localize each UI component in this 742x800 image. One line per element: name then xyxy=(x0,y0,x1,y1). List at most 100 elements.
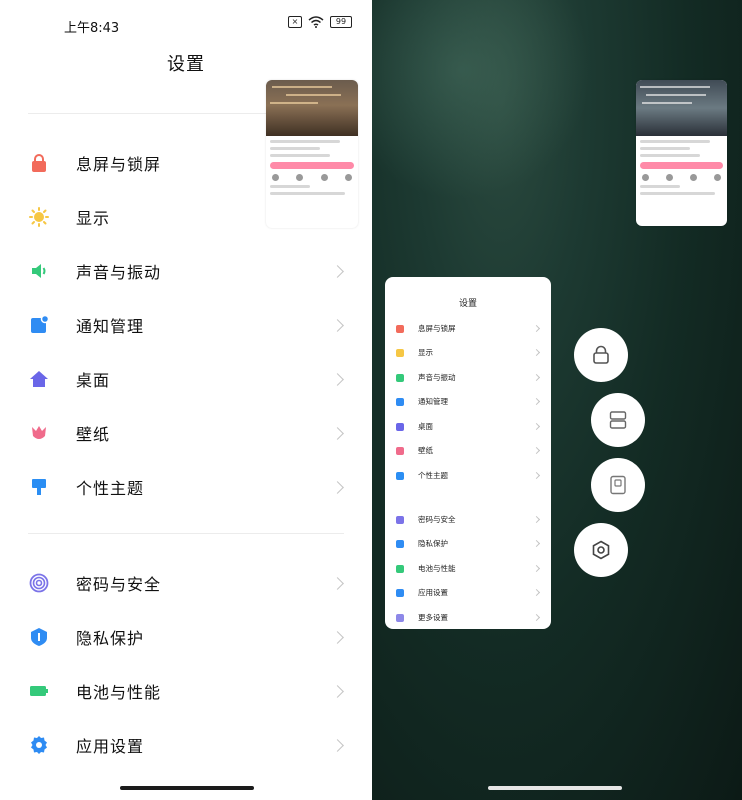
floating-menu-label: 隐私保护 xyxy=(418,539,448,548)
danmaku-line xyxy=(270,102,318,104)
chevron-right-icon xyxy=(532,613,541,622)
floating-menu-item[interactable]: 应用设置 xyxy=(385,585,551,603)
chevron-right-icon xyxy=(331,426,344,440)
battery-icon xyxy=(29,681,49,701)
menu-item-app-settings[interactable]: 应用设置 xyxy=(0,718,372,772)
floating-menu-item[interactable]: 个性主题 xyxy=(385,468,551,486)
floating-menu-label: 应用设置 xyxy=(418,588,448,597)
floating-menu-item[interactable]: 更多设置 xyxy=(385,610,551,628)
action-icon xyxy=(344,174,352,181)
floating-menu-label: 声音与振动 xyxy=(418,373,456,382)
floating-menu-item[interactable]: 通知管理 xyxy=(385,394,551,412)
small-window-icon xyxy=(610,475,626,495)
menu-item-icon xyxy=(396,398,404,406)
text-line xyxy=(270,192,345,195)
menu-label: 个性主题 xyxy=(76,479,145,498)
multitask-screen: 设置 息屏与锁屏显示声音与振动通知管理桌面壁纸个性主题密码与安全隐私保护电池与性… xyxy=(372,0,742,800)
split-screen-icon xyxy=(609,411,627,429)
floating-menu-item[interactable]: 息屏与锁屏 xyxy=(385,321,551,339)
chevron-right-icon xyxy=(532,588,541,597)
app-thumbnail-window[interactable] xyxy=(636,80,727,226)
text-line xyxy=(640,192,715,195)
floating-menu-label: 壁纸 xyxy=(418,446,433,455)
home-indicator[interactable] xyxy=(488,786,622,790)
floating-menu-label: 通知管理 xyxy=(418,397,448,406)
floating-menu-item[interactable]: 显示 xyxy=(385,345,551,363)
menu-label: 电池与性能 xyxy=(76,683,162,702)
menu-item-notifications[interactable]: 通知管理 xyxy=(0,298,372,352)
text-line xyxy=(270,140,340,143)
chevron-right-icon xyxy=(532,471,541,480)
chevron-right-icon xyxy=(331,576,344,590)
chevron-right-icon xyxy=(331,684,344,698)
floating-menu-label: 息屏与锁屏 xyxy=(418,324,456,333)
lock-icon xyxy=(593,345,609,364)
chevron-right-icon xyxy=(331,738,344,752)
menu-item-battery[interactable]: 电池与性能 xyxy=(0,664,372,718)
menu-item-password-security[interactable]: 密码与安全 xyxy=(0,556,372,610)
menu-label: 壁纸 xyxy=(76,425,111,444)
action-icon xyxy=(320,174,328,181)
floating-menu-label: 个性主题 xyxy=(418,471,448,480)
menu-item-icon xyxy=(396,472,404,480)
text-line xyxy=(640,140,710,143)
menu-item-themes[interactable]: 个性主题 xyxy=(0,460,372,514)
text-line xyxy=(270,185,310,188)
divider xyxy=(28,533,344,534)
action-icon xyxy=(714,174,721,181)
floating-menu-label: 更多设置 xyxy=(418,613,448,622)
chevron-right-icon xyxy=(331,480,344,494)
notification-icon xyxy=(29,315,49,335)
wifi-icon xyxy=(308,16,324,28)
chevron-right-icon xyxy=(532,422,541,431)
menu-label: 声音与振动 xyxy=(76,263,162,282)
menu-item-icon xyxy=(396,349,404,357)
menu-item-icon xyxy=(396,516,404,524)
floating-menu-item[interactable]: 壁纸 xyxy=(385,443,551,461)
battery-indicator: 99 xyxy=(330,16,352,28)
menu-label: 应用设置 xyxy=(76,737,145,756)
home-indicator[interactable] xyxy=(120,786,254,790)
menu-item-icon xyxy=(396,374,404,382)
chevron-right-icon xyxy=(532,539,541,548)
chevron-right-icon xyxy=(331,264,344,278)
menu-label: 密码与安全 xyxy=(76,575,162,594)
lock-button[interactable] xyxy=(574,328,628,382)
floating-menu-item[interactable]: 隐私保护 xyxy=(385,536,551,554)
menu-item-icon xyxy=(396,540,404,548)
chevron-right-icon xyxy=(532,348,541,357)
chevron-right-icon xyxy=(532,446,541,455)
menu-item-icon xyxy=(396,423,404,431)
chevron-right-icon xyxy=(532,515,541,524)
app-thumbnail-window[interactable] xyxy=(266,80,358,228)
floating-menu-item[interactable]: 声音与振动 xyxy=(385,370,551,388)
menu-label: 桌面 xyxy=(76,371,111,390)
privacy-icon xyxy=(29,627,49,647)
menu-label: 通知管理 xyxy=(76,317,145,336)
split-screen-button[interactable] xyxy=(591,393,645,447)
fingerprint-icon xyxy=(29,573,49,593)
small-window-button[interactable] xyxy=(591,458,645,512)
text-line xyxy=(640,147,690,150)
menu-item-sound[interactable]: 声音与振动 xyxy=(0,244,372,298)
danmaku-line xyxy=(640,86,710,88)
floating-settings-window[interactable]: 设置 息屏与锁屏显示声音与振动通知管理桌面壁纸个性主题密码与安全隐私保护电池与性… xyxy=(385,277,551,629)
floating-menu-item[interactable]: 桌面 xyxy=(385,419,551,437)
sun-icon xyxy=(29,207,49,227)
chevron-right-icon xyxy=(532,397,541,406)
floating-window-title: 设置 xyxy=(458,299,477,309)
danmaku-line xyxy=(646,94,706,96)
action-row xyxy=(642,174,721,181)
menu-item-wallpaper[interactable]: 壁纸 xyxy=(0,406,372,460)
menu-item-icon xyxy=(396,565,404,573)
floating-menu-item[interactable]: 密码与安全 xyxy=(385,512,551,530)
danmaku-line xyxy=(286,94,341,96)
status-time: 上午8:43 xyxy=(64,21,120,36)
menu-label: 息屏与锁屏 xyxy=(76,155,162,174)
danmaku-line xyxy=(272,86,332,88)
menu-item-desktop[interactable]: 桌面 xyxy=(0,352,372,406)
settings-hex-button[interactable] xyxy=(574,523,628,577)
menu-item-privacy[interactable]: 隐私保护 xyxy=(0,610,372,664)
floating-menu-item[interactable]: 电池与性能 xyxy=(385,561,551,579)
menu-item-icon xyxy=(396,614,404,622)
